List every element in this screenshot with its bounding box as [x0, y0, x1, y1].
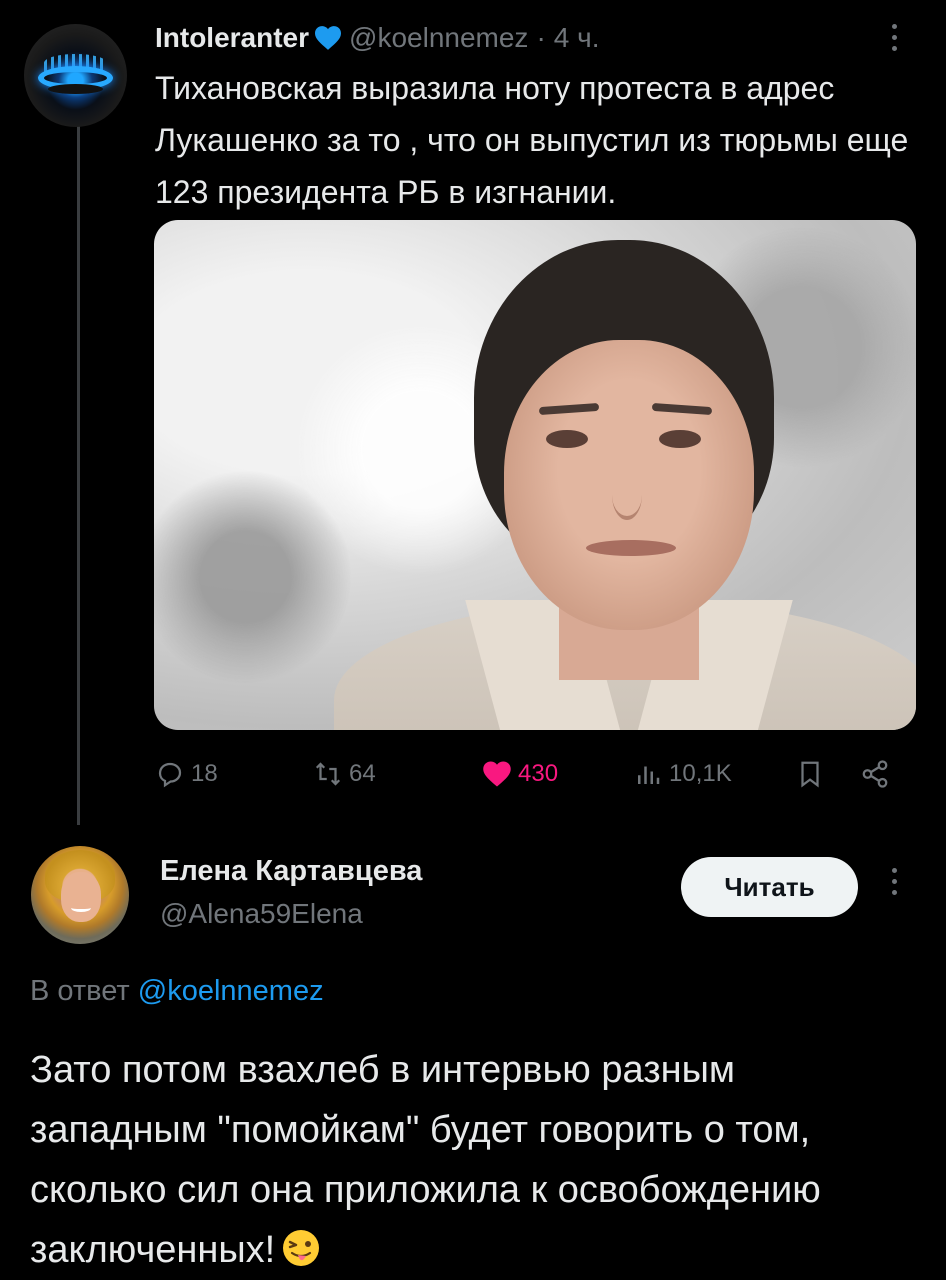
views-count: 10,1K — [669, 760, 732, 787]
reply-author-name[interactable]: Елена Картавцева — [160, 855, 422, 888]
header-separator: · — [536, 22, 546, 53]
reply-text-block: Зато потом взахлеб в интервью разным зап… — [30, 1040, 910, 1280]
share-button[interactable] — [860, 752, 890, 796]
tweet-text: Тихановская выразила ноту протеста в адр… — [155, 70, 909, 210]
views-button[interactable]: 10,1K — [633, 752, 732, 796]
follow-button[interactable]: Читать — [681, 857, 858, 917]
like-button[interactable]: 430 — [482, 752, 558, 796]
tweet-media-photo[interactable] — [154, 220, 916, 730]
tweet-time[interactable]: 4 ч. — [554, 22, 600, 54]
retweet-count: 64 — [349, 760, 376, 787]
share-icon — [862, 760, 888, 788]
like-count: 430 — [518, 760, 559, 787]
replying-to-prefix: В ответ — [30, 975, 130, 1007]
bookmark-button[interactable] — [795, 752, 825, 796]
author-avatar[interactable] — [24, 24, 127, 127]
reply-button[interactable]: 18 — [155, 752, 218, 796]
squinting-tongue-emoji — [283, 1230, 320, 1266]
replying-to-line: В ответ @koelnnemez — [30, 975, 324, 1008]
thread-connector-line — [77, 120, 80, 825]
more-options-icon[interactable] — [888, 868, 900, 898]
author-handle[interactable]: @koelnnemez — [349, 22, 528, 54]
bookmark-icon — [801, 761, 819, 788]
more-options-icon[interactable] — [888, 24, 900, 54]
reply-count: 18 — [191, 760, 218, 787]
replying-to-mention[interactable]: @koelnnemez — [138, 975, 324, 1007]
like-heart-icon — [483, 761, 511, 787]
views-icon — [638, 766, 660, 784]
reply-text: Зато потом взахлеб в интервью разным зап… — [30, 1049, 821, 1271]
reply-icon — [158, 762, 182, 788]
retweet-button[interactable]: 64 — [313, 752, 376, 796]
burner-center — [48, 84, 103, 94]
reply-author-avatar[interactable] — [31, 846, 129, 944]
blue-heart-badge-icon — [315, 26, 342, 50]
tweet-action-bar: 18 64 430 10,1K — [155, 752, 895, 796]
reply-author-handle[interactable]: @Alena59Elena — [160, 898, 363, 930]
retweet-icon — [315, 762, 341, 786]
tweet-header: Intoleranter @koelnnemez · 4 ч. — [155, 18, 599, 58]
author-name[interactable]: Intoleranter — [155, 22, 309, 54]
